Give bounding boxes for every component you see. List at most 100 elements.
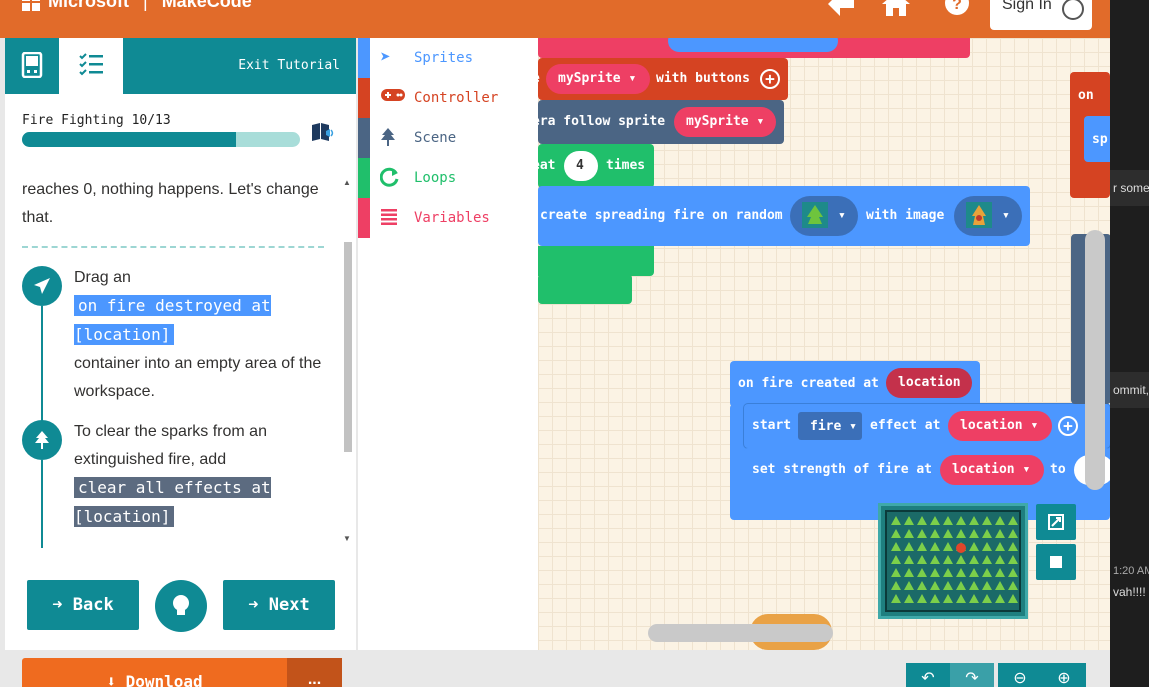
blocks-workspace[interactable]: e mySprite ▾ with buttons + era follow s…: [538, 38, 1110, 650]
back-button[interactable]: ➜ Back: [27, 580, 139, 630]
sprite-variable-dropdown[interactable]: mySprite ▾: [546, 64, 650, 94]
on-fire-created-block[interactable]: on fire created at location: [730, 361, 980, 407]
effect-location-dropdown[interactable]: location ▾: [948, 411, 1052, 441]
tree-tile: [1008, 594, 1018, 603]
tree-tile: [904, 529, 914, 538]
user-avatar-icon: [1062, 0, 1084, 20]
zoom-in-icon[interactable]: ⊕: [1042, 663, 1086, 687]
set-strength-block[interactable]: set strength of fire at location ▾ to: [744, 448, 1110, 492]
tutorial-steps-tab[interactable]: [59, 38, 123, 94]
category-sprites[interactable]: ➤ Sprites: [358, 38, 538, 78]
tutorial-title: Fire Fighting 10/13: [22, 113, 171, 128]
redo-icon[interactable]: ↷: [950, 663, 994, 687]
dropdown-arrow-icon: ▾: [1030, 418, 1039, 433]
tree-tile: [943, 516, 953, 525]
workspace-horizontal-scrollbar[interactable]: [648, 624, 833, 642]
move-sprite-block[interactable]: e mySprite ▾ with buttons +: [538, 58, 788, 100]
tree-tile: [956, 555, 966, 564]
simulator-icon: [21, 51, 43, 79]
sign-in-label: Sign In: [1002, 0, 1052, 13]
help-icon[interactable]: ?: [944, 0, 970, 23]
tree-tile: [969, 581, 979, 590]
tree-tile: [904, 581, 914, 590]
repeat-count: 4: [576, 158, 584, 173]
fire-image-dropdown[interactable]: ▾: [954, 196, 1022, 236]
back-label: Back: [72, 595, 114, 615]
stop-icon[interactable]: [1036, 544, 1076, 580]
category-label: Controller: [414, 90, 499, 106]
game-screen[interactable]: [885, 510, 1021, 612]
category-controller[interactable]: Controller: [358, 78, 538, 118]
tree-tile: [1008, 581, 1018, 590]
tree-tile: [1008, 568, 1018, 577]
step-connector: [41, 460, 43, 548]
repeat-block[interactable]: eat 4 times: [538, 144, 654, 188]
partial-sp-label: sp: [1092, 132, 1108, 147]
sign-in-button[interactable]: Sign In: [990, 0, 1092, 30]
tree-tile: [943, 555, 953, 564]
tutorial-step-2: To clear the sparks from an extinguished…: [22, 418, 324, 548]
add-parameter-icon[interactable]: +: [760, 69, 780, 89]
brand-name: Microsoft: [48, 0, 129, 11]
simulator-tab[interactable]: [5, 38, 59, 94]
camera-follow-block[interactable]: era follow sprite mySprite ▾: [538, 100, 784, 144]
tutorial-scrollbar[interactable]: ▲ ▼: [342, 176, 354, 546]
repeat-count-input[interactable]: 4: [564, 151, 598, 181]
exit-tutorial-button[interactable]: Exit Tutorial: [238, 58, 340, 73]
category-scene[interactable]: Scene: [358, 118, 538, 158]
category-label: Loops: [414, 170, 457, 186]
brand[interactable]: Microsoft | MakeCode: [22, 0, 252, 12]
effect-dropdown[interactable]: fire ▾: [798, 412, 862, 440]
tree-tile: [982, 555, 992, 564]
download-button[interactable]: ⬇ Download: [22, 658, 287, 687]
fullscreen-icon[interactable]: [1036, 504, 1076, 540]
next-label: Next: [268, 595, 310, 615]
tree-tile: [891, 568, 901, 577]
location-parameter[interactable]: location: [886, 368, 972, 398]
tree-tile: [917, 581, 927, 590]
back-arrow-icon[interactable]: [826, 0, 856, 25]
download-more-button[interactable]: ...: [287, 658, 342, 687]
mini-simulator[interactable]: [878, 503, 1028, 619]
hint-button[interactable]: [155, 580, 207, 632]
home-icon[interactable]: [880, 0, 912, 25]
tree-tile: [969, 594, 979, 603]
workspace-vertical-scrollbar[interactable]: [1085, 230, 1105, 490]
fire-tile-dropdown[interactable]: ▾: [790, 196, 858, 236]
start-effect-block[interactable]: start fire ▾ effect at location ▾ +: [744, 404, 1110, 448]
forest-tiles-icon: [891, 516, 1018, 603]
spreading-fire-block[interactable]: create spreading fire on random ▾ with i…: [538, 186, 1030, 246]
strength-location-dropdown[interactable]: location ▾: [940, 455, 1044, 485]
camera-sprite-dropdown[interactable]: mySprite ▾: [674, 107, 776, 137]
scroll-thumb[interactable]: [344, 242, 352, 452]
step-2-code[interactable]: clear all effects at [location]: [74, 477, 271, 527]
tree-tile: [995, 542, 1005, 551]
partial-controller-block[interactable]: on sp: [1070, 72, 1110, 198]
camera-follow-label: era follow sprite: [538, 114, 666, 129]
tree-tile: [982, 581, 992, 590]
scroll-down-icon[interactable]: ▼: [343, 534, 351, 543]
tree-tile: [904, 516, 914, 525]
tree-tile: [943, 542, 953, 551]
tree-tile: [1008, 516, 1018, 525]
tree-tile: [891, 529, 901, 538]
step-connector: [41, 306, 43, 426]
microsoft-logo-icon: [22, 0, 40, 11]
scroll-up-icon[interactable]: ▲: [343, 178, 351, 187]
add-parameter-icon[interactable]: +: [1058, 416, 1078, 436]
dropdown-arrow-icon: ▾: [838, 208, 846, 223]
tree-tile: [904, 594, 914, 603]
background-text-3: vah!!!! c: [1110, 580, 1149, 604]
partial-sprite-inner[interactable]: sp: [1084, 116, 1110, 162]
zoom-out-icon[interactable]: ⊖: [998, 663, 1042, 687]
undo-icon[interactable]: ↶: [906, 663, 950, 687]
partial-value-block[interactable]: [668, 38, 838, 52]
tree-tile: [930, 516, 940, 525]
tree-tile: [1008, 542, 1018, 551]
next-button[interactable]: ➜ Next: [223, 580, 335, 630]
category-variables[interactable]: Variables: [358, 198, 538, 238]
step-1-code[interactable]: on fire destroyed at [location]: [74, 295, 271, 345]
immersive-reader-icon[interactable]: [311, 122, 335, 142]
product-name: MakeCode: [161, 0, 252, 11]
category-loops[interactable]: Loops: [358, 158, 538, 198]
